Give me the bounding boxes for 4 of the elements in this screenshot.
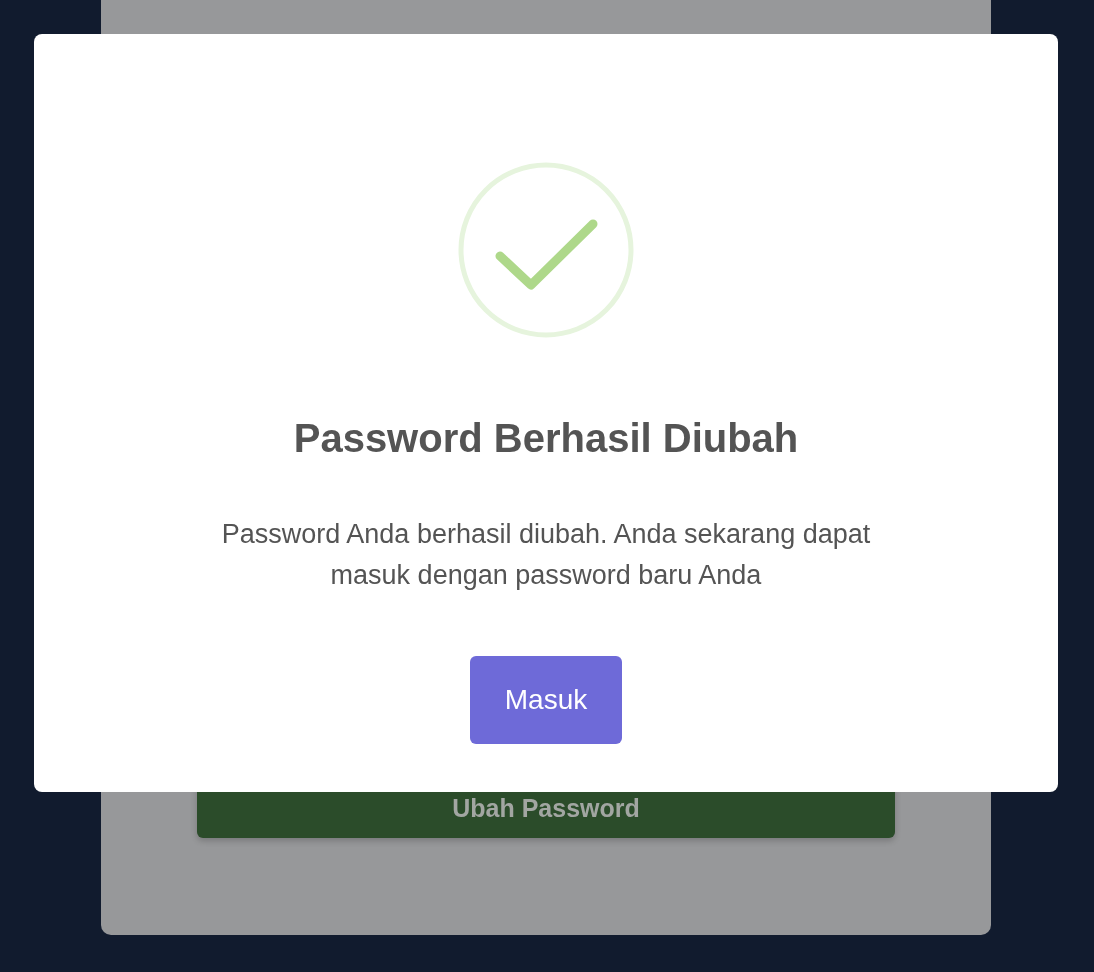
dialog-title: Password Berhasil Diubah	[293, 415, 799, 462]
success-check-icon	[456, 160, 636, 340]
login-button[interactable]: Masuk	[469, 656, 623, 744]
dialog-message: Password Anda berhasil diubah. Anda sekarang dapat masuk dengan password baru Anda	[220, 518, 872, 592]
